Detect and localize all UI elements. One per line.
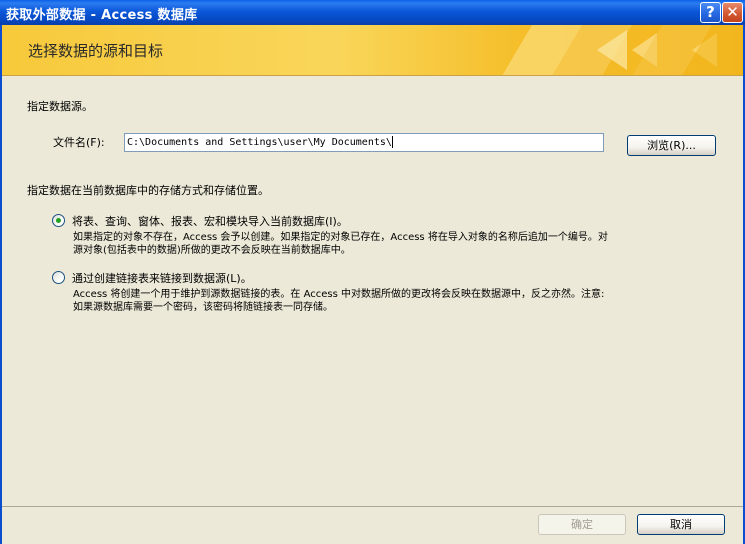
import-desc-line2: 源对象(包括表中的数据)所做的更改不会反映在当前数据库中。 <box>73 245 351 256</box>
file-name-value: C:\Documents and Settings\user\My Docume… <box>127 137 392 148</box>
source-heading: 指定数据源。 <box>27 100 93 113</box>
text-caret <box>391 136 393 148</box>
cancel-button[interactable]: 取消 <box>637 514 725 535</box>
import-option-label[interactable]: 将表、查询、窗体、报表、宏和模块导入当前数据库(I)。 <box>72 213 348 229</box>
import-radio[interactable] <box>52 214 65 227</box>
help-button[interactable]: ? <box>700 2 721 23</box>
close-button[interactable]: ✕ <box>722 2 743 23</box>
footer-divider <box>2 506 743 507</box>
link-desc-line2: 如果源数据库需要一个密码，该密码将随链接表一同存储。 <box>73 302 333 313</box>
window-title: 获取外部数据 - Access 数据库 <box>6 8 198 23</box>
link-option-label[interactable]: 通过创建链接表来链接到数据源(L)。 <box>72 270 252 286</box>
import-desc-line1: 如果指定的对象不存在，Access 会予以创建。如果指定的对象已存在，Acces… <box>73 232 608 243</box>
banner-title: 选择数据的源和目标 <box>28 42 164 60</box>
storage-heading: 指定数据在当前数据库中的存储方式和存储位置。 <box>27 184 269 197</box>
title-bar[interactable]: 获取外部数据 - Access 数据库 ? ✕ <box>0 0 745 25</box>
link-radio[interactable] <box>52 271 65 284</box>
wizard-banner: 选择数据的源和目标 <box>2 25 743 76</box>
file-name-input[interactable]: C:\Documents and Settings\user\My Docume… <box>124 133 604 152</box>
ok-button[interactable]: 确定 <box>538 514 626 535</box>
browse-button[interactable]: 浏览(R)... <box>627 135 716 156</box>
link-desc-line1: Access 将创建一个用于维护到源数据链接的表。在 Access 中对数据所做… <box>73 289 605 300</box>
banner-decoration <box>502 25 743 75</box>
file-name-label: 文件名(F): <box>53 136 105 149</box>
dialog-content: 指定数据源。 文件名(F): C:\Documents and Settings… <box>2 76 743 506</box>
